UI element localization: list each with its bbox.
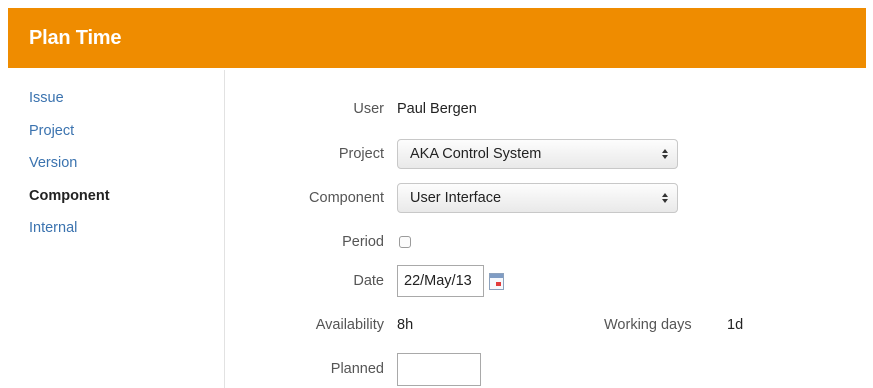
component-select-value: User Interface <box>410 190 502 206</box>
user-label: User <box>353 101 384 117</box>
select-arrows-icon <box>662 149 668 159</box>
component-row: Component User Interface <box>225 183 873 213</box>
project-row: Project AKA Control System <box>225 139 873 169</box>
project-select[interactable]: AKA Control System <box>397 139 678 169</box>
sidebar-item-version[interactable]: Version <box>29 153 219 173</box>
date-input[interactable]: 22/May/13 <box>397 265 484 297</box>
date-row: Date 22/May/13 <box>225 265 873 297</box>
availability-label: Availability <box>315 317 384 333</box>
availability-value: 8h <box>397 317 414 333</box>
project-label: Project <box>338 146 384 162</box>
period-row: Period <box>225 232 873 252</box>
sidebar-nav: Issue Project Version Component Internal <box>29 88 219 251</box>
planned-label: Planned <box>330 361 384 377</box>
period-checkbox[interactable] <box>399 236 411 248</box>
sidebar-item-component[interactable]: Component <box>29 186 219 206</box>
planned-row: Planned <box>225 352 873 386</box>
working-days-label: Working days <box>604 317 692 333</box>
project-select-value: AKA Control System <box>410 146 542 162</box>
plan-time-dialog: Plan Time Issue Project Version Componen… <box>0 0 873 388</box>
date-label: Date <box>353 273 384 289</box>
sidebar-item-issue[interactable]: Issue <box>29 88 219 108</box>
planned-input[interactable] <box>397 352 481 386</box>
availability-row: Availability 8h Working days 1d <box>225 314 873 336</box>
component-label: Component <box>309 190 384 206</box>
component-select[interactable]: User Interface <box>397 183 678 213</box>
calendar-icon[interactable] <box>489 272 504 290</box>
plan-time-form: User Paul Bergen Project AKA Control Sys… <box>225 0 873 388</box>
select-arrows-icon <box>662 193 668 203</box>
sidebar-item-internal[interactable]: Internal <box>29 218 219 238</box>
sidebar-item-project[interactable]: Project <box>29 121 219 141</box>
user-row: User Paul Bergen <box>225 98 873 120</box>
working-days-value: 1d <box>727 317 744 333</box>
user-value: Paul Bergen <box>397 101 477 117</box>
period-label: Period <box>342 234 384 250</box>
dialog-title: Plan Time <box>29 26 122 49</box>
